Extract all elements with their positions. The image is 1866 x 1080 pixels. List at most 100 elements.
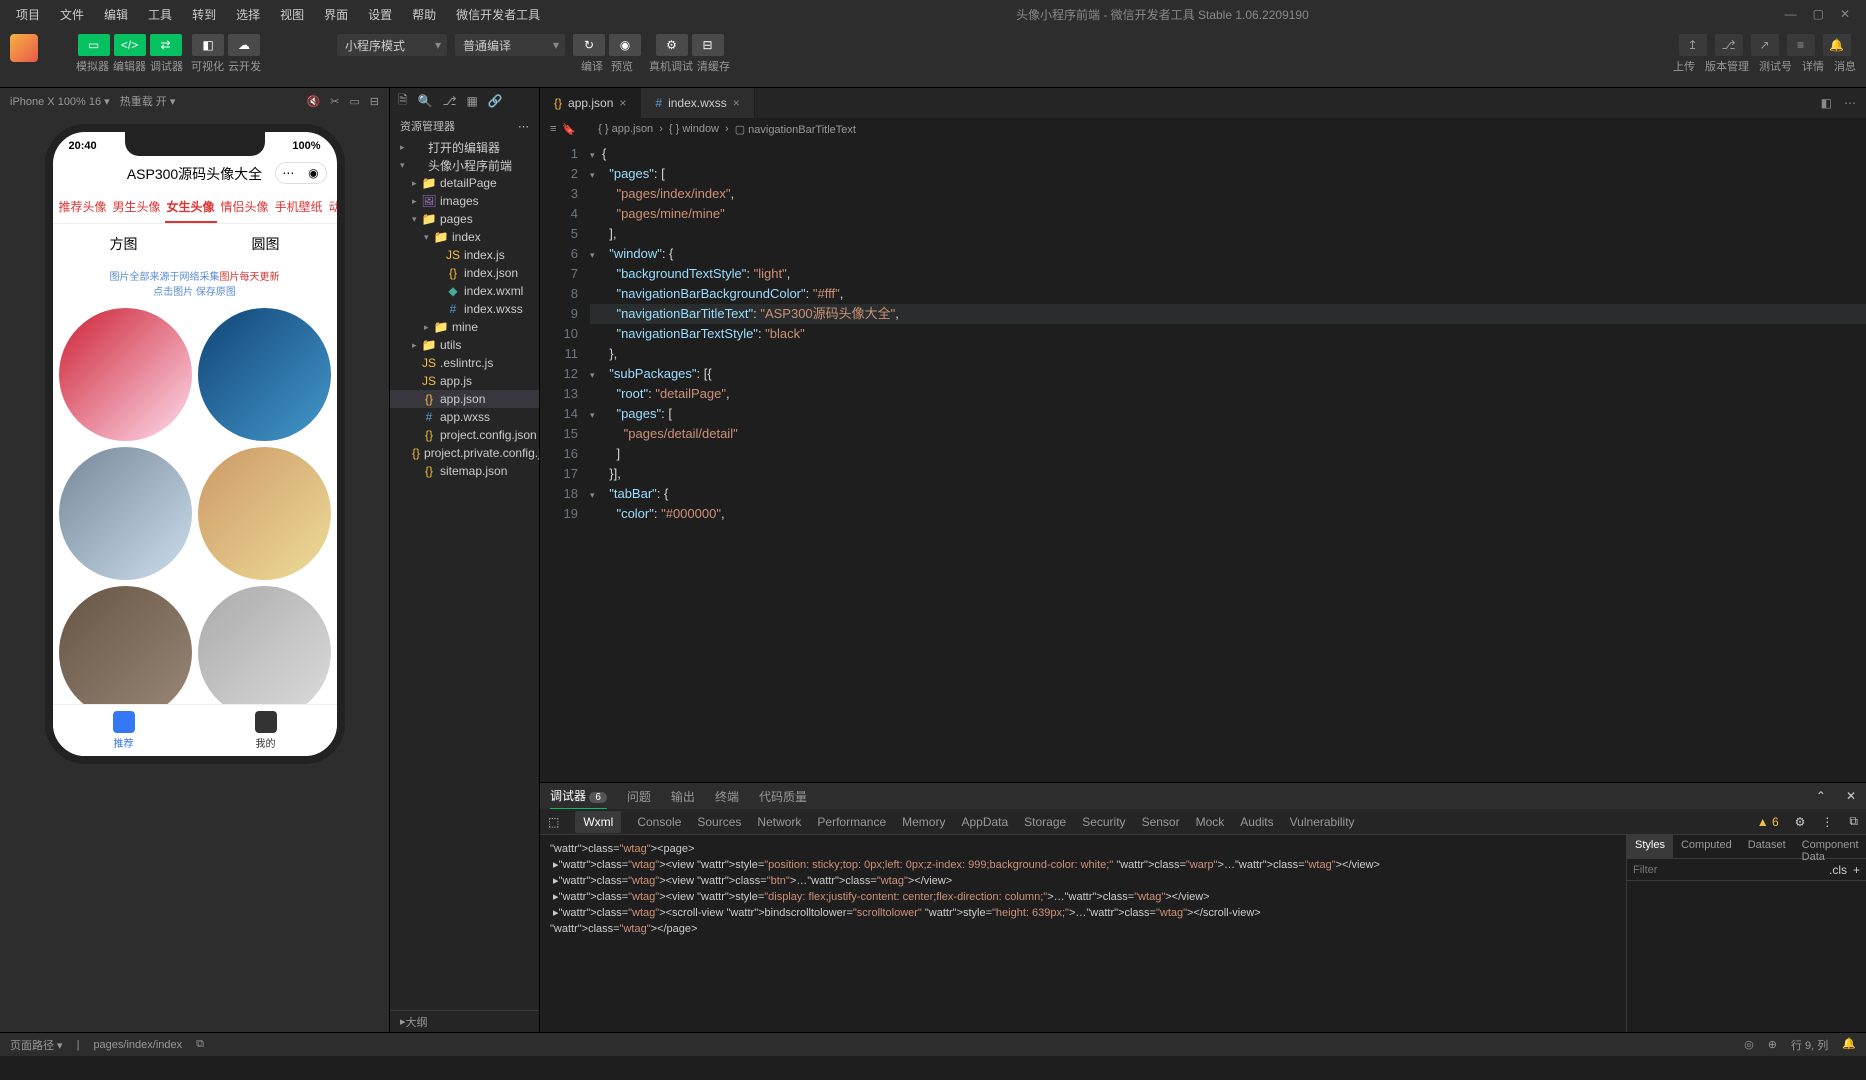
close-tab-icon[interactable]: × (733, 96, 740, 110)
cls-toggle[interactable]: .cls (1829, 863, 1847, 877)
more-icon[interactable]: ⋯ (1844, 96, 1856, 110)
category-tab[interactable]: 情侣头像 (219, 192, 271, 223)
mode-dropdown[interactable]: 小程序模式 (337, 34, 447, 56)
tree-item[interactable]: {}index.json (390, 264, 539, 282)
inspect-icon[interactable]: ⬚ (548, 815, 559, 829)
cloud-button[interactable]: ☁ (228, 34, 260, 56)
gear-icon[interactable]: ⚙ (1795, 815, 1806, 829)
copy-icon[interactable]: ⧉ (196, 1038, 204, 1051)
menu-item[interactable]: 选择 (228, 2, 268, 27)
close-icon[interactable]: ✕ (1846, 789, 1856, 803)
debugger-tab[interactable]: 终端 (715, 784, 739, 809)
tree-item[interactable]: JS.eslintrc.js (390, 354, 539, 372)
split-icon[interactable]: ◧ (1821, 96, 1832, 110)
compile-button[interactable]: ↻ (573, 34, 605, 56)
menu-item[interactable]: 转到 (184, 2, 224, 27)
scene-icon[interactable]: ◎ (1744, 1038, 1754, 1051)
category-tab[interactable]: 手机壁纸 (273, 192, 325, 223)
tree-item[interactable]: ▾📁pages (390, 210, 539, 228)
upload-button[interactable]: ↥ (1679, 34, 1707, 56)
add-style-icon[interactable]: + (1853, 863, 1860, 877)
styles-tab[interactable]: Computed (1673, 835, 1740, 858)
debugger-tab[interactable]: 输出 (671, 784, 695, 809)
page-path-label[interactable]: 页面路径 ▾ (10, 1037, 63, 1053)
menu-item[interactable]: 项目 (8, 2, 48, 27)
subtab-round[interactable]: 圆图 (195, 224, 337, 264)
editor-tab[interactable]: #index.wxss× (641, 88, 754, 118)
popout-icon[interactable]: ⧉ (1849, 814, 1858, 829)
devtools-tab[interactable]: Performance (817, 815, 886, 829)
ext-icon[interactable]: ▦ (466, 94, 477, 108)
collapse-icon[interactable]: ⌃ (1816, 789, 1826, 803)
preview-button[interactable]: ◉ (609, 34, 641, 56)
menu-item[interactable]: 文件 (52, 2, 92, 27)
phone-capsule[interactable]: ⋯◉ (275, 162, 327, 184)
details-button[interactable]: ≡ (1787, 34, 1815, 56)
editor-tab[interactable]: {}app.json× (540, 88, 641, 118)
tree-item[interactable]: ◆index.wxml (390, 282, 539, 300)
styles-filter-input[interactable] (1633, 864, 1823, 876)
debugger-tab[interactable]: 代码质量 (759, 784, 807, 809)
param-icon[interactable]: ⊕ (1768, 1038, 1777, 1051)
tree-item[interactable]: {}project.config.json (390, 426, 539, 444)
category-tab[interactable]: 女生头像 (165, 192, 217, 223)
devtools-tab[interactable]: Network (757, 815, 801, 829)
avatar-image[interactable] (198, 447, 331, 580)
menu-item[interactable]: 设置 (360, 2, 400, 27)
simulator-button[interactable]: ▭ (78, 34, 110, 56)
tabbar-mine[interactable]: 我的 (195, 705, 337, 756)
category-tab[interactable]: 推荐头像 (57, 192, 109, 223)
hotreload-toggle[interactable]: 热重载 开 ▾ (120, 93, 176, 109)
notif-icon[interactable]: 🔔 (1842, 1037, 1856, 1053)
devtools-tab[interactable]: Sources (697, 815, 741, 829)
devtools-tab[interactable]: Storage (1024, 815, 1066, 829)
menu-item[interactable]: 帮助 (404, 2, 444, 27)
cursor-position[interactable]: 行 9, 列 (1791, 1037, 1828, 1053)
clearcache-button[interactable]: ⊟ (692, 34, 724, 56)
devtools-tab[interactable]: Memory (902, 815, 945, 829)
styles-tab[interactable]: Dataset (1740, 835, 1794, 858)
tree-item[interactable]: ▸📁mine (390, 318, 539, 336)
editor-button[interactable]: </> (114, 34, 146, 56)
breadcrumb[interactable]: ≡🔖 { } app.json› { } window› ▢ navigatio… (540, 118, 1866, 140)
tree-item[interactable]: ▸📁utils (390, 336, 539, 354)
debugger-tab[interactable]: 调试器 6 (550, 783, 607, 810)
menu-item[interactable]: 微信开发者工具 (448, 2, 548, 27)
tree-item[interactable]: #index.wxss (390, 300, 539, 318)
styles-tab[interactable]: Component Data (1794, 835, 1866, 858)
compile-dropdown[interactable]: 普通编译 (455, 34, 565, 56)
sim-icon[interactable]: ✂ (330, 95, 339, 108)
more-icon[interactable]: ⋮ (1821, 815, 1833, 829)
git-icon[interactable]: ⎇ (443, 94, 457, 108)
menu-item[interactable]: 视图 (272, 2, 312, 27)
link-icon[interactable]: 🔗 (488, 94, 503, 108)
sim-icon[interactable]: 🔇 (306, 95, 320, 108)
sim-icon[interactable]: ▭ (349, 95, 359, 108)
sim-icon[interactable]: ⊟ (370, 95, 379, 108)
minimize-icon[interactable]: — (1785, 7, 1797, 21)
tree-item[interactable]: ▾📁index (390, 228, 539, 246)
message-button[interactable]: 🔔 (1823, 34, 1851, 56)
version-button[interactable]: ⎇ (1715, 34, 1743, 56)
subtab-square[interactable]: 方图 (53, 224, 195, 264)
avatar-image[interactable] (198, 308, 331, 441)
tree-item[interactable]: ▸📁detailPage (390, 174, 539, 192)
devtools-tab[interactable]: Vulnerability (1290, 815, 1355, 829)
devtools-tab[interactable]: Audits (1240, 815, 1273, 829)
category-tab[interactable]: 男生头像 (111, 192, 163, 223)
search-icon[interactable]: 🔍 (418, 94, 433, 108)
code-editor[interactable]: 12345678910111213141516171819 ▾{▾ "pages… (540, 140, 1866, 782)
menu-item[interactable]: 工具 (140, 2, 180, 27)
devtools-tab[interactable]: Wxml (575, 811, 621, 833)
tree-item[interactable]: JSapp.js (390, 372, 539, 390)
devtools-tab[interactable]: Sensor (1142, 815, 1180, 829)
test-button[interactable]: ↗ (1751, 34, 1779, 56)
category-tab[interactable]: 动漫头像 (327, 192, 337, 223)
debugger-button[interactable]: ⇄ (150, 34, 182, 56)
close-icon[interactable]: ✕ (1840, 7, 1850, 21)
device-selector[interactable]: iPhone X 100% 16 ▾ (10, 95, 110, 108)
tree-item[interactable]: ▸🖼images (390, 192, 539, 210)
avatar-image[interactable] (59, 308, 192, 441)
maximize-icon[interactable]: ▢ (1813, 7, 1824, 21)
devtools-tab[interactable]: AppData (961, 815, 1008, 829)
